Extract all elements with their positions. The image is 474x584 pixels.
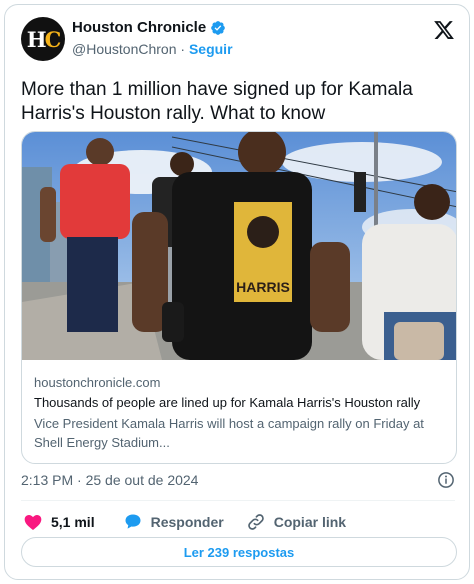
author-handle-row: @HoustonChron · Seguir	[72, 41, 233, 57]
link-preview-meta: houstonchronicle.com Thousands of people…	[34, 374, 446, 452]
separator-dot: ·	[180, 41, 186, 57]
reply-button[interactable]: Responder	[123, 512, 224, 532]
info-icon[interactable]	[437, 471, 455, 489]
tweet-text: More than 1 million have signed up for K…	[21, 79, 413, 124]
like-button[interactable]: 5,1 mil	[23, 512, 95, 532]
read-replies-button[interactable]: Ler 239 respostas	[21, 537, 457, 567]
like-count: 5,1 mil	[51, 514, 95, 530]
link-domain: houstonchronicle.com	[34, 375, 161, 390]
tweet-embed-card: HC Houston Chronicle @HoustonChron · Seg…	[4, 4, 470, 580]
reply-label: Responder	[150, 514, 224, 530]
verified-badge-icon	[211, 20, 226, 35]
speech-bubble-icon	[125, 514, 141, 529]
author-handle[interactable]: @HoustonChron	[72, 41, 177, 57]
x-logo-icon[interactable]	[433, 19, 455, 41]
avatar-logo: HC	[26, 26, 62, 52]
link-icon	[247, 514, 264, 530]
rally-photo: HARRIS	[22, 132, 456, 360]
author-name-row: Houston Chronicle	[72, 19, 226, 36]
author-name[interactable]: Houston Chronicle	[72, 19, 206, 36]
heart-icon	[24, 515, 42, 530]
link-preview-card[interactable]: HARRIS houstonchronicle.com Thousands of…	[21, 131, 457, 464]
divider	[21, 500, 455, 501]
copy-link-button[interactable]: Copiar link	[246, 512, 346, 532]
tweet-timestamp[interactable]: 2:13 PM · 25 de out de 2024	[21, 472, 198, 488]
tweet-actions: 5,1 mil Responder Copiar link	[21, 509, 346, 535]
follow-button[interactable]: Seguir	[189, 41, 233, 57]
link-title: Thousands of people are lined up for Kam…	[34, 395, 421, 410]
copy-link-label: Copiar link	[273, 514, 347, 530]
avatar[interactable]: HC	[21, 17, 65, 61]
link-description: Vice President Kamala Harris will host a…	[34, 416, 424, 450]
shirt-print-text: HARRIS	[236, 279, 290, 295]
